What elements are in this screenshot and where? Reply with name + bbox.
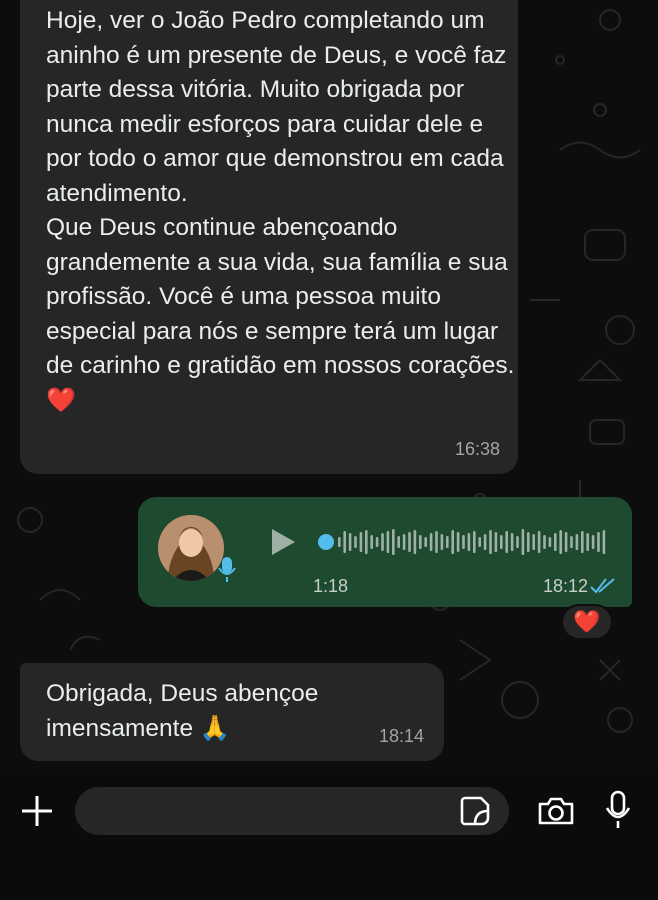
waveform-bar bbox=[500, 535, 503, 549]
outgoing-voice-message-bubble[interactable]: 1:18 18:12 bbox=[138, 497, 632, 607]
waveform-bar bbox=[591, 535, 595, 549]
waveform-bar bbox=[575, 534, 579, 550]
waveform-bar bbox=[521, 529, 525, 555]
waveform-bar bbox=[354, 536, 357, 548]
message-time: 18:12 bbox=[542, 576, 588, 596]
incoming-message-bubble[interactable]: Hoje, ver o João Pedro completando um an… bbox=[20, 0, 518, 474]
waveform-bar bbox=[505, 531, 508, 553]
waveform-bar bbox=[478, 537, 481, 547]
pray-emoji: 🙏 bbox=[199, 714, 231, 742]
waveform-bar bbox=[483, 534, 487, 550]
waveform-bar bbox=[413, 530, 417, 554]
waveform-bar bbox=[581, 531, 584, 553]
waveform-bar bbox=[419, 535, 422, 549]
waveform-bar bbox=[424, 537, 427, 547]
avatar bbox=[158, 515, 224, 581]
waveform-bar bbox=[570, 536, 573, 548]
waveform-bar bbox=[489, 530, 492, 554]
waveform-bar bbox=[370, 535, 373, 549]
message-time: 18:14 bbox=[378, 725, 424, 746]
waveform-bar bbox=[343, 531, 346, 553]
waveform-bar bbox=[548, 537, 552, 547]
waveform-bar bbox=[510, 533, 514, 551]
waveform-bar bbox=[381, 533, 384, 551]
voice-duration: 1:18 bbox=[313, 576, 349, 596]
waveform-bar bbox=[359, 532, 363, 552]
waveform-bar bbox=[456, 532, 460, 552]
waveform-bar bbox=[602, 530, 606, 554]
waveform-bar bbox=[435, 531, 438, 553]
message-time: 16:38 bbox=[454, 438, 500, 459]
waveform-bar bbox=[365, 530, 368, 554]
waveform-bar bbox=[408, 532, 411, 552]
waveform-bar bbox=[397, 536, 400, 548]
incoming-message-bubble[interactable]: Obrigada, Deus abençoe imensamente 🙏 18:… bbox=[20, 663, 444, 761]
waveform-bar bbox=[537, 531, 541, 553]
waveform-bar bbox=[527, 532, 530, 552]
heart-emoji: ❤️ bbox=[46, 386, 76, 414]
waveform-bar bbox=[532, 534, 535, 550]
waveform-bar bbox=[429, 533, 433, 551]
waveform-bar bbox=[554, 533, 557, 551]
waveform-bar bbox=[516, 536, 519, 548]
message-paragraph: Hoje, ver o João Pedro completando um an… bbox=[46, 7, 507, 207]
waveform-bar bbox=[451, 530, 454, 554]
voice-waveform[interactable] bbox=[318, 527, 608, 557]
waveform-bar bbox=[597, 532, 600, 552]
message-text: Obrigada, Deus abençoe imensamente 🙏 bbox=[46, 677, 376, 746]
message-text-content: Obrigada, Deus abençoe imensamente bbox=[46, 680, 319, 742]
read-ticks-icon bbox=[590, 578, 615, 594]
heart-reaction[interactable]: ❤️ bbox=[561, 604, 613, 640]
waveform-bar bbox=[494, 532, 498, 552]
message-input[interactable] bbox=[75, 787, 509, 835]
waveform-bar bbox=[338, 537, 341, 547]
message-text: Hoje, ver o João Pedro completando um an… bbox=[46, 4, 516, 418]
waveform-bar bbox=[462, 535, 465, 549]
mic-icon bbox=[218, 557, 236, 582]
waveform-bar bbox=[440, 534, 444, 550]
waveform-bar bbox=[467, 533, 471, 551]
waveform-bar bbox=[348, 533, 352, 551]
mic-icon[interactable] bbox=[604, 790, 632, 830]
waveform-bar bbox=[559, 530, 562, 554]
playhead[interactable] bbox=[318, 534, 334, 550]
camera-icon[interactable] bbox=[537, 795, 575, 827]
chat-area: Hoje, ver o João Pedro completando um an… bbox=[0, 0, 658, 770]
waveform-bar bbox=[473, 531, 476, 553]
play-icon[interactable] bbox=[269, 527, 297, 557]
waveform-bar bbox=[386, 531, 390, 553]
waveform-bar bbox=[402, 534, 406, 550]
waveform-bar bbox=[375, 537, 379, 547]
plus-icon[interactable] bbox=[20, 794, 54, 828]
waveform-bar bbox=[543, 535, 546, 549]
waveform-bar bbox=[446, 536, 449, 548]
waveform-bar bbox=[586, 533, 589, 551]
message-paragraph: Que Deus continue abençoando grandemente… bbox=[46, 214, 515, 379]
waveform-bar bbox=[392, 529, 395, 555]
sticker-icon[interactable] bbox=[459, 795, 491, 827]
waveform-bar bbox=[564, 532, 568, 552]
